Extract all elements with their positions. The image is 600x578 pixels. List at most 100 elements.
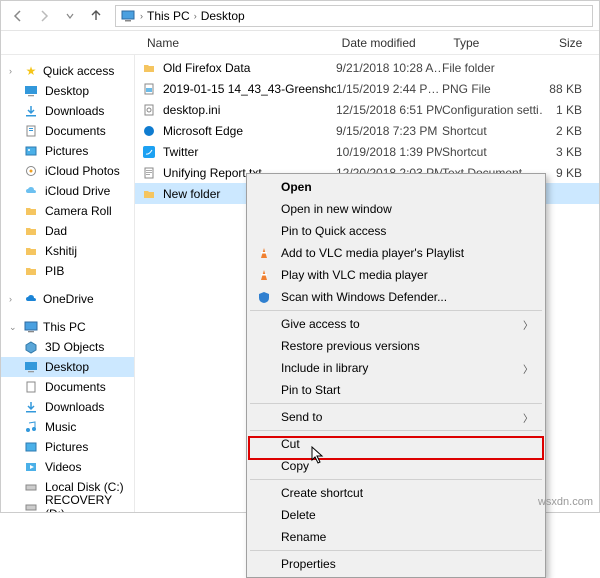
downloads-icon — [23, 399, 39, 415]
ctx-pin-quick-access[interactable]: Pin to Quick access — [249, 220, 543, 242]
ctx-restore-versions[interactable]: Restore previous versions — [249, 335, 543, 357]
col-size[interactable]: Size — [559, 36, 599, 50]
sidebar-item-kshitij[interactable]: Kshitij — [1, 241, 134, 261]
vlc-icon — [255, 244, 273, 262]
sidebar-onedrive[interactable]: › OneDrive — [1, 289, 134, 309]
sidebar-item-videos[interactable]: Videos — [1, 457, 134, 477]
ctx-create-shortcut[interactable]: Create shortcut — [249, 482, 543, 504]
sidebar-item-pib[interactable]: PIB — [1, 261, 134, 281]
chevron-right-icon: › — [9, 66, 19, 76]
drive-icon — [23, 479, 39, 495]
text-file-icon — [141, 165, 157, 181]
forward-button[interactable] — [33, 5, 55, 27]
sidebar-item-documents[interactable]: Documents — [1, 121, 134, 141]
separator — [250, 310, 542, 311]
ctx-cut[interactable]: Cut — [249, 433, 543, 455]
col-name[interactable]: Name — [141, 36, 336, 50]
chevron-right-icon: 〉 — [523, 361, 533, 376]
vlc-icon — [255, 266, 273, 284]
recent-dropdown[interactable] — [59, 5, 81, 27]
ctx-vlc-add[interactable]: Add to VLC media player's Playlist — [249, 242, 543, 264]
up-button[interactable] — [85, 5, 107, 27]
pc-icon — [120, 8, 136, 24]
3d-icon — [23, 339, 39, 355]
sidebar-item-dad[interactable]: Dad — [1, 221, 134, 241]
ctx-delete[interactable]: Delete — [249, 504, 543, 526]
sidebar-item-downloads[interactable]: Downloads — [1, 397, 134, 417]
image-file-icon — [141, 81, 157, 97]
col-date[interactable]: Date modified — [342, 36, 448, 50]
sidebar-item-pictures[interactable]: Pictures — [1, 437, 134, 457]
separator — [250, 403, 542, 404]
separator — [250, 550, 542, 551]
folder-icon — [23, 243, 39, 259]
ctx-pin-start[interactable]: Pin to Start — [249, 379, 543, 401]
pictures-icon — [23, 439, 39, 455]
sidebar-this-pc[interactable]: ⌄ This PC — [1, 317, 134, 337]
ctx-vlc-play[interactable]: Play with VLC media player — [249, 264, 543, 286]
ctx-include-library[interactable]: Include in library〉 — [249, 357, 543, 379]
back-button[interactable] — [7, 5, 29, 27]
ctx-open-new-window[interactable]: Open in new window — [249, 198, 543, 220]
sidebar-item-camera-roll[interactable]: Camera Roll — [1, 201, 134, 221]
shield-icon — [255, 288, 273, 306]
chevron-right-icon: › — [9, 294, 19, 304]
file-row[interactable]: Twitter 10/19/2018 1:39 PM Shortcut 3 KB — [135, 141, 599, 162]
sidebar-item-recovery-d[interactable]: RECOVERY (D:) — [1, 497, 134, 512]
file-row[interactable]: desktop.ini 12/15/2018 6:51 PM Configura… — [135, 99, 599, 120]
file-row[interactable]: Old Firefox Data 9/21/2018 10:28 A… File… — [135, 57, 599, 78]
file-row[interactable]: Microsoft Edge 9/15/2018 7:23 PM Shortcu… — [135, 120, 599, 141]
breadcrumb-root[interactable]: This PC — [147, 9, 190, 23]
chevron-right-icon: 〉 — [523, 410, 533, 425]
pc-icon — [23, 319, 39, 335]
config-file-icon — [141, 102, 157, 118]
documents-icon — [23, 379, 39, 395]
sidebar-item-desktop[interactable]: Desktop — [1, 357, 134, 377]
onedrive-icon — [23, 291, 39, 307]
sidebar-item-pictures[interactable]: Pictures — [1, 141, 134, 161]
folder-icon — [23, 263, 39, 279]
file-row[interactable]: 2019-01-15 14_43_43-Greenshot.png 1/15/2… — [135, 78, 599, 99]
breadcrumb-current[interactable]: Desktop — [201, 9, 245, 23]
col-type[interactable]: Type — [453, 36, 553, 50]
ctx-give-access[interactable]: Give access to〉 — [249, 313, 543, 335]
icloud-drive-icon — [23, 183, 39, 199]
sidebar-item-icloud-drive[interactable]: iCloud Drive — [1, 181, 134, 201]
desktop-icon — [23, 359, 39, 375]
ctx-send-to[interactable]: Send to〉 — [249, 406, 543, 428]
icloud-photos-icon — [23, 163, 39, 179]
chevron-right-icon: › — [140, 11, 143, 21]
column-headers: Name Date modified Type Size — [1, 31, 599, 55]
ctx-defender[interactable]: Scan with Windows Defender... — [249, 286, 543, 308]
sidebar-item-3d-objects[interactable]: 3D Objects — [1, 337, 134, 357]
documents-icon — [23, 123, 39, 139]
sidebar-item-desktop[interactable]: Desktop — [1, 81, 134, 101]
sidebar-item-downloads[interactable]: Downloads — [1, 101, 134, 121]
desktop-icon — [23, 83, 39, 99]
ctx-rename[interactable]: Rename — [249, 526, 543, 548]
watermark: wsxdn.com — [538, 496, 593, 508]
folder-icon — [23, 223, 39, 239]
drive-icon — [23, 499, 39, 512]
ctx-copy[interactable]: Copy — [249, 455, 543, 477]
star-icon: ★ — [23, 63, 39, 79]
sidebar-quick-access[interactable]: › ★ Quick access — [1, 61, 134, 81]
separator — [250, 430, 542, 431]
chevron-down-icon: ⌄ — [9, 322, 19, 333]
context-menu: Open Open in new window Pin to Quick acc… — [246, 173, 546, 578]
sidebar-item-documents[interactable]: Documents — [1, 377, 134, 397]
chevron-right-icon: 〉 — [523, 317, 533, 332]
twitter-icon — [141, 144, 157, 160]
ctx-properties[interactable]: Properties — [249, 553, 543, 575]
sidebar-item-music[interactable]: Music — [1, 417, 134, 437]
ctx-open[interactable]: Open — [249, 176, 543, 198]
sidebar-item-icloud-photos[interactable]: iCloud Photos — [1, 161, 134, 181]
breadcrumb[interactable]: › This PC › Desktop — [115, 5, 593, 27]
videos-icon — [23, 459, 39, 475]
downloads-icon — [23, 103, 39, 119]
nav-pane: › ★ Quick access Desktop Downloads Docum… — [1, 55, 135, 512]
folder-icon — [23, 203, 39, 219]
chevron-right-icon: › — [194, 11, 197, 21]
edge-icon — [141, 123, 157, 139]
folder-icon — [141, 186, 157, 202]
